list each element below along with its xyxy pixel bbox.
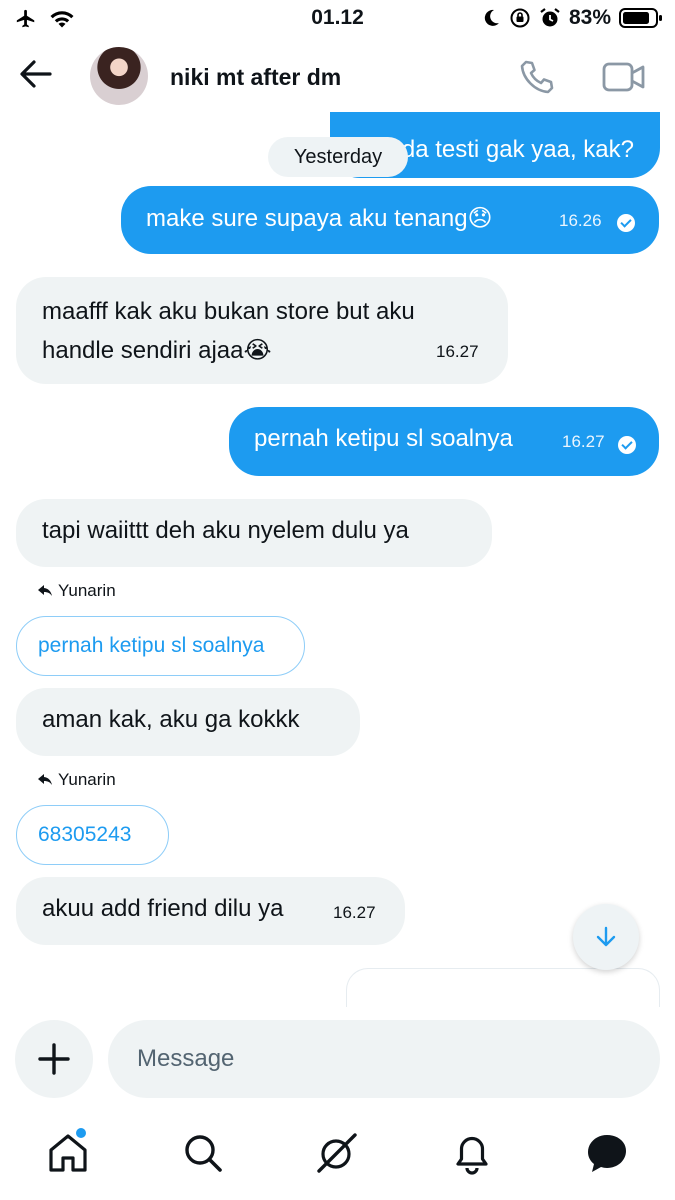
quoted-message[interactable]: 68305243	[16, 805, 169, 865]
notification-dot	[76, 1128, 86, 1138]
reply-to-name: Yunarin	[58, 581, 116, 600]
message-time: 16.27	[333, 903, 376, 922]
message-bubble[interactable]: make sure supaya aku tenang😞 16.26	[121, 186, 659, 254]
search-icon[interactable]	[181, 1131, 225, 1175]
reply-label: Yunarin	[38, 581, 116, 601]
link-preview-card[interactable]	[346, 968, 660, 1007]
date-separator: Yesterday	[268, 137, 408, 177]
message-bubble[interactable]: aman kak, aku ga kokkk	[16, 688, 360, 756]
battery-percent: 83%	[568, 6, 611, 29]
message-text: ada testi gak yaa, kak?	[388, 136, 634, 163]
message-text: aman kak, aku ga kokkk	[42, 706, 300, 733]
message-list[interactable]: ada testi gak yaa, kak? Yesterday make s…	[0, 112, 675, 1007]
grok-icon[interactable]	[315, 1131, 359, 1175]
scroll-to-bottom-button[interactable]	[573, 904, 639, 970]
back-arrow-icon[interactable]	[18, 56, 54, 92]
reply-arrow-icon	[38, 585, 52, 596]
orientation-lock-icon	[510, 8, 530, 28]
video-call-icon[interactable]	[602, 60, 646, 94]
checkmark-icon	[618, 436, 636, 454]
message-bubble[interactable]: pernah ketipu sl soalnya 16.27	[229, 407, 659, 476]
message-time: 16.27	[562, 432, 605, 451]
messages-icon[interactable]	[585, 1131, 629, 1175]
conversation-title[interactable]: niki mt after dm	[170, 64, 341, 91]
home-icon[interactable]	[46, 1131, 90, 1175]
message-text: make sure supaya aku tenang😞	[146, 205, 493, 232]
bell-icon[interactable]	[450, 1131, 494, 1175]
arrow-down-icon	[596, 926, 616, 947]
reply-arrow-icon	[38, 774, 52, 785]
reply-label: Yunarin	[38, 770, 116, 790]
message-bubble[interactable]: maafff kak aku bukan store but aku handl…	[16, 277, 508, 384]
message-text: tapi waiittt deh aku nyelem dulu ya	[42, 517, 409, 544]
battery-icon	[619, 8, 662, 28]
add-attachment-button[interactable]	[15, 1020, 93, 1098]
quoted-message[interactable]: pernah ketipu sl soalnya	[16, 616, 305, 676]
message-text: akuu add friend dilu ya	[42, 895, 284, 922]
phone-icon[interactable]	[518, 58, 556, 96]
conversation-header: niki mt after dm	[0, 40, 675, 112]
avatar[interactable]	[90, 47, 148, 105]
message-time: 16.27	[436, 342, 479, 361]
message-time: 16.26	[559, 211, 602, 230]
message-bubble[interactable]: akuu add friend dilu ya 16.27	[16, 877, 405, 945]
message-text: pernah ketipu sl soalnya	[254, 425, 513, 452]
message-input[interactable]	[108, 1020, 660, 1098]
reply-to-name: Yunarin	[58, 770, 116, 789]
alarm-icon	[540, 8, 560, 27]
message-bubble[interactable]: tapi waiittt deh aku nyelem dulu ya	[16, 499, 492, 567]
message-text-line: maafff kak aku bukan store but aku	[42, 298, 415, 325]
checkmark-icon	[617, 214, 635, 232]
status-bar: 01.12 83%	[0, 0, 675, 40]
plus-icon	[38, 1043, 70, 1075]
moon-icon	[484, 9, 499, 26]
